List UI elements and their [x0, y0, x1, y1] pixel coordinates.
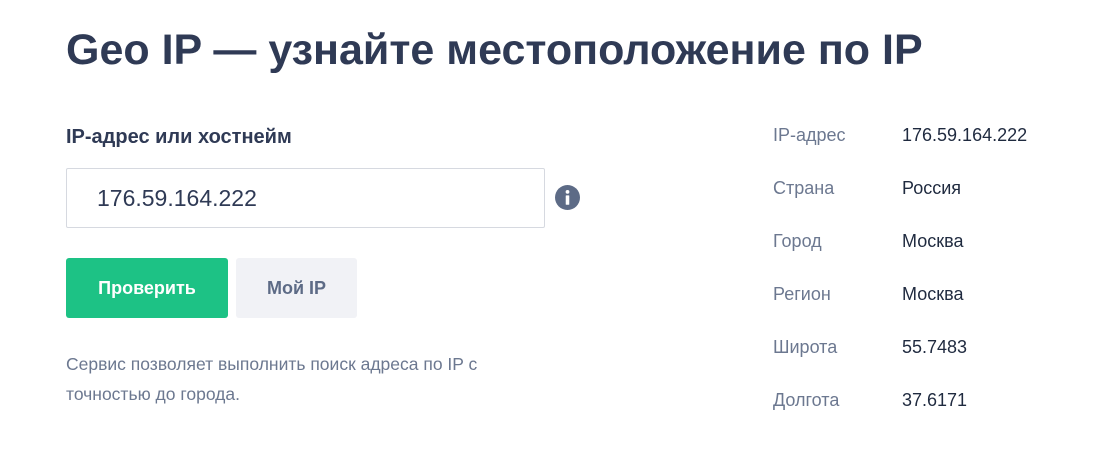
my-ip-button[interactable]: Мой IP — [236, 258, 357, 318]
result-row-country: Страна Россия — [773, 171, 1073, 224]
result-value: Москва — [902, 284, 964, 304]
result-value: Москва — [902, 231, 964, 251]
result-key: Страна — [773, 178, 835, 198]
result-row-city: Город Москва — [773, 224, 1073, 277]
result-row-region: Регион Москва — [773, 277, 1073, 330]
result-key: IP-адрес — [773, 125, 846, 145]
page-title: Geo IP — узнайте местоположение по IP — [66, 26, 923, 74]
result-row-longitude: Долгота 37.6171 — [773, 383, 1073, 436]
result-key: Город — [773, 231, 822, 251]
check-button[interactable]: Проверить — [66, 258, 228, 318]
result-key: Широта — [773, 337, 838, 357]
geo-result-table: IP-адрес 176.59.164.222 Страна Россия Го… — [773, 118, 1073, 436]
result-value: 176.59.164.222 — [902, 125, 1028, 145]
result-row-latitude: Широта 55.7483 — [773, 330, 1073, 383]
info-circle-icon[interactable] — [555, 185, 580, 210]
service-description: Сервис позволяет выполнить поиск адреса … — [66, 354, 478, 404]
ip-field-label: IP-адрес или хостнейм — [66, 126, 292, 148]
result-value: Россия — [902, 178, 962, 198]
result-row-ip: IP-адрес 176.59.164.222 — [773, 118, 1073, 171]
ip-input[interactable] — [66, 168, 545, 228]
result-value: 55.7483 — [902, 337, 968, 357]
result-value: 37.6171 — [902, 390, 968, 410]
result-key: Регион — [773, 284, 831, 304]
result-key: Долгота — [773, 390, 840, 410]
